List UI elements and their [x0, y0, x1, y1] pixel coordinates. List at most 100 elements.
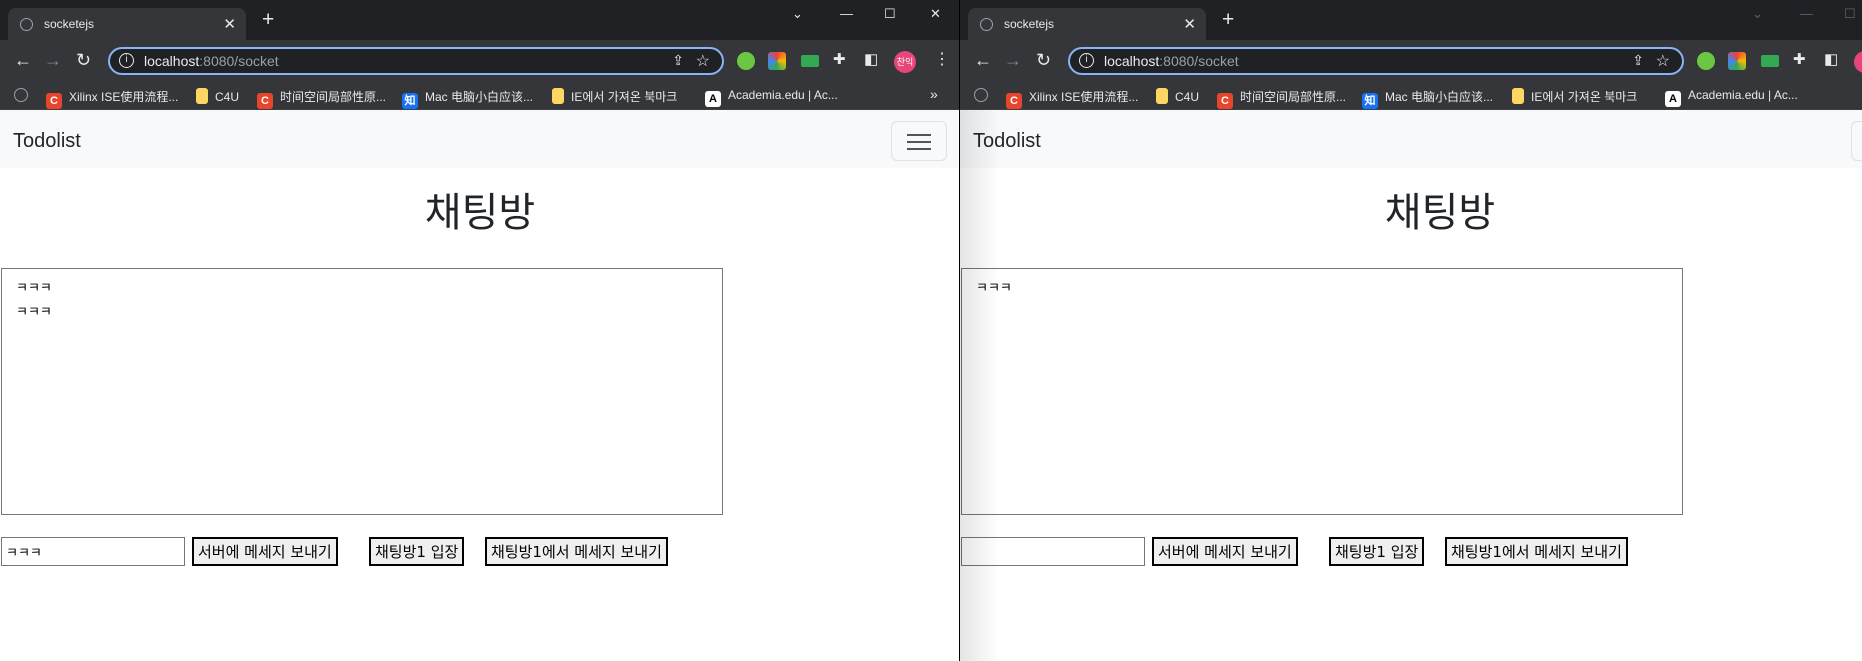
back-icon[interactable]: ← [14, 50, 32, 70]
forward-icon[interactable]: → [44, 50, 62, 70]
minimize-icon[interactable]: — [1800, 6, 1813, 21]
address-url: localhost:8080/socket [1104, 53, 1239, 69]
side-panel-icon[interactable]: ◧ [864, 50, 878, 70]
tab-title: socketejs [1004, 17, 1055, 31]
folder-icon [1156, 88, 1168, 104]
menu-kebab-icon[interactable]: ⋮ [934, 50, 950, 70]
browser-toolbar: ← → ↻ i localhost:8080/socket ⇪ ☆ ✚ ◧ [960, 40, 1862, 82]
page-title: 채팅방 [1384, 191, 1496, 235]
globe-icon [14, 88, 28, 102]
tab-search-icon[interactable]: ⌄ [792, 6, 803, 22]
bookmark-item[interactable]: 知 Mac 电脑小白应该... [402, 88, 533, 109]
browser-tab[interactable]: socketejs ✕ [968, 8, 1206, 40]
profile-avatar[interactable]: 찬익 [894, 51, 916, 73]
zhihu-icon: 知 [1362, 93, 1378, 109]
extension-screen-icon[interactable] [801, 55, 819, 67]
send-to-room1-button[interactable]: 채팅방1에서 메세지 보내기 [485, 537, 668, 566]
extension-color-icon[interactable] [768, 52, 786, 70]
c-site-icon: C [257, 93, 273, 109]
close-tab-icon[interactable]: ✕ [1183, 15, 1196, 33]
folder-icon [196, 88, 208, 104]
extension-green-icon[interactable] [737, 52, 755, 70]
app-navbar: Todolist [0, 110, 959, 168]
send-to-server-button[interactable]: 서버에 메세지 보내기 [192, 537, 338, 566]
c-site-icon: C [1217, 93, 1233, 109]
bookmark-item[interactable]: C Xilinx ISE使用流程... [46, 88, 178, 109]
message-input[interactable] [1, 537, 185, 566]
profile-avatar[interactable] [1854, 51, 1862, 73]
c-site-icon: C [46, 93, 62, 109]
folder-icon [552, 88, 564, 104]
academia-icon: A [1665, 91, 1681, 107]
minimize-icon[interactable]: — [840, 6, 853, 21]
address-bar[interactable]: i localhost:8080/socket ⇪ ☆ [108, 47, 724, 75]
site-info-icon[interactable]: i [1079, 53, 1094, 68]
new-tab-button[interactable]: + [262, 9, 274, 30]
forward-icon[interactable]: → [1004, 50, 1022, 70]
extensions-puzzle-icon[interactable]: ✚ [1793, 50, 1806, 70]
extension-green-icon[interactable] [1697, 52, 1715, 70]
bookmark-item[interactable]: IE에서 가져온 북마크 [552, 88, 677, 105]
back-icon[interactable]: ← [974, 50, 992, 70]
app-navbar: Todolist [960, 110, 1862, 168]
academia-icon: A [705, 91, 721, 107]
page-title: 채팅방 [424, 191, 536, 235]
close-window-icon[interactable]: ✕ [930, 6, 941, 22]
maximize-icon[interactable]: ☐ [884, 6, 896, 22]
navbar-brand[interactable]: Todolist [973, 130, 1041, 153]
send-to-room1-button[interactable]: 채팅방1에서 메세지 보내기 [1445, 537, 1628, 566]
bookmark-item[interactable]: C4U [1156, 88, 1199, 104]
globe-icon [974, 88, 988, 102]
share-icon[interactable]: ⇪ [1632, 52, 1644, 69]
bookmark-star-icon[interactable]: ☆ [696, 51, 710, 71]
browser-tab[interactable]: socketejs ✕ [8, 8, 246, 40]
navbar-toggler-button[interactable] [1851, 121, 1862, 161]
bookmark-globe[interactable] [14, 88, 35, 102]
navbar-toggler-button[interactable] [891, 121, 947, 161]
reload-icon[interactable]: ↻ [1036, 50, 1051, 70]
reload-icon[interactable]: ↻ [76, 50, 91, 70]
bookmark-item[interactable]: C Xilinx ISE使用流程... [1006, 88, 1138, 109]
bookmark-item[interactable]: C4U [196, 88, 239, 104]
browser-toolbar: ← → ↻ i localhost:8080/socket ⇪ ☆ ✚ ◧ 찬익… [0, 40, 959, 82]
tab-search-icon[interactable]: ⌄ [1752, 6, 1763, 22]
c-site-icon: C [1006, 93, 1022, 109]
navbar-brand[interactable]: Todolist [13, 130, 81, 153]
bookmark-item[interactable]: C 时间空间局部性原... [1217, 88, 1346, 109]
bookmark-star-icon[interactable]: ☆ [1656, 51, 1670, 71]
bookmark-item[interactable]: A Academia.edu | Ac... [1665, 88, 1798, 107]
folder-icon [1512, 88, 1524, 104]
chat-log-textarea[interactable]: ㅋㅋㅋ ㅋㅋㅋ [1, 268, 723, 515]
send-to-server-button[interactable]: 서버에 메세지 보내기 [1152, 537, 1298, 566]
zhihu-icon: 知 [402, 93, 418, 109]
tab-strip: socketejs ✕ + ⌄ — ☐ [960, 0, 1862, 40]
browser-window-left: socketejs ✕ + ⌄ — ☐ ✕ ← → ↻ i localhost:… [0, 0, 960, 661]
message-input[interactable] [961, 537, 1145, 566]
bookmark-item[interactable]: 知 Mac 电脑小白应该... [1362, 88, 1493, 109]
bookmark-globe[interactable] [974, 88, 995, 102]
address-url: localhost:8080/socket [144, 53, 279, 69]
extension-screen-icon[interactable] [1761, 55, 1779, 67]
bookmarks-bar: C Xilinx ISE使用流程... C4U C 时间空间局部性原... 知 Mac… [0, 82, 959, 110]
side-panel-icon[interactable]: ◧ [1824, 50, 1838, 70]
hamburger-icon [907, 134, 931, 136]
globe-icon [980, 18, 993, 31]
bookmark-item[interactable]: C 时间空间局部性原... [257, 88, 386, 109]
address-bar[interactable]: i localhost:8080/socket ⇪ ☆ [1068, 47, 1684, 75]
bookmark-item[interactable]: IE에서 가져온 북마크 [1512, 88, 1637, 105]
close-tab-icon[interactable]: ✕ [223, 15, 236, 33]
extension-color-icon[interactable] [1728, 52, 1746, 70]
site-info-icon[interactable]: i [119, 53, 134, 68]
extensions-puzzle-icon[interactable]: ✚ [833, 50, 846, 70]
join-room1-button[interactable]: 채팅방1 입장 [369, 537, 465, 566]
bookmarks-bar: C Xilinx ISE使用流程... C4U C 时间空间局部性原... 知 Mac… [960, 82, 1862, 110]
share-icon[interactable]: ⇪ [672, 52, 684, 69]
bookmark-item[interactable]: A Academia.edu | Ac... [705, 88, 838, 107]
maximize-icon[interactable]: ☐ [1844, 6, 1856, 22]
globe-icon [20, 18, 33, 31]
join-room1-button[interactable]: 채팅방1 입장 [1329, 537, 1425, 566]
new-tab-button[interactable]: + [1222, 9, 1234, 30]
chat-log-textarea[interactable]: ㅋㅋㅋ [961, 268, 1683, 515]
tab-strip: socketejs ✕ + ⌄ — ☐ ✕ [0, 0, 959, 40]
more-bookmarks-icon[interactable]: » [930, 86, 938, 102]
